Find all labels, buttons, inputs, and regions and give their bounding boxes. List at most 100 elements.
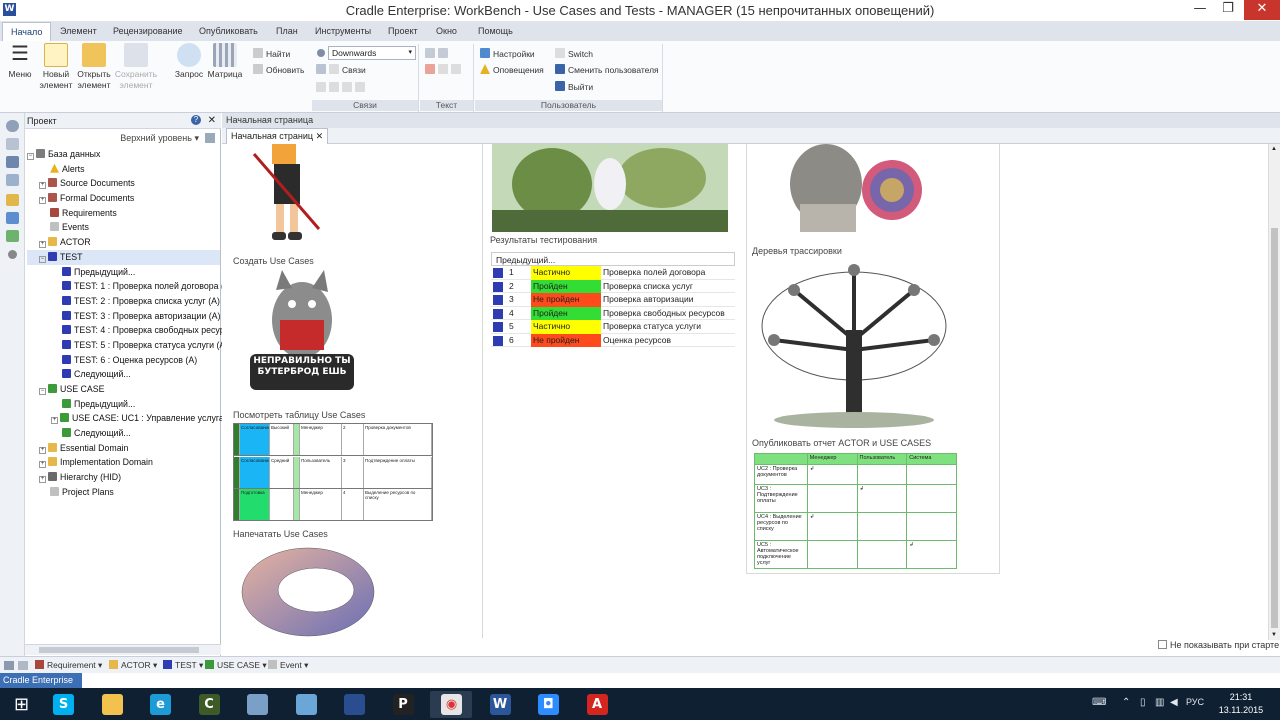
- refresh-icon[interactable]: [205, 133, 215, 143]
- bb-test[interactable]: TEST ▾: [163, 657, 203, 674]
- tree-item[interactable]: − USE CASE: [27, 382, 220, 397]
- expand-icon[interactable]: +: [39, 476, 46, 484]
- expand-icon[interactable]: +: [51, 417, 58, 425]
- result-row[interactable]: 6 Не пройден Оценка ресурсов: [491, 333, 735, 347]
- hierarchy-icon[interactable]: [6, 174, 19, 186]
- scroll-thumb[interactable]: [39, 647, 199, 653]
- menu-home[interactable]: Начало: [2, 22, 52, 41]
- expand-icon[interactable]: +: [39, 197, 46, 205]
- uc-table-row[interactable]: Подготовка Менеджер 4 Выделение ресурсов по…: [234, 489, 432, 521]
- scroll-thumb[interactable]: [1271, 228, 1278, 628]
- tree-item[interactable]: TEST: 1 : Проверка полей договора (A: [27, 279, 230, 294]
- taskbar-word[interactable]: W: [479, 691, 521, 718]
- taskbar-powerpoint[interactable]: P: [382, 691, 424, 718]
- settings-button[interactable]: Настройки: [480, 47, 535, 62]
- tree-item[interactable]: Предыдущий...: [27, 397, 220, 412]
- query-button[interactable]: Запрос: [171, 43, 207, 80]
- matrix-cell[interactable]: [906, 484, 957, 513]
- matrix-row-label[interactable]: UC5 : Автоматическое подключение услуг: [754, 540, 808, 569]
- find-button[interactable]: Найти: [253, 47, 290, 62]
- use-case-table[interactable]: Согласование Высокий Менеджер 2 Проверка док…: [233, 423, 433, 521]
- matrix-cell[interactable]: [856, 512, 908, 541]
- tree-item[interactable]: + ACTOR: [27, 235, 220, 250]
- menu-window[interactable]: Окно: [428, 22, 465, 41]
- taskbar-notes[interactable]: [285, 691, 327, 718]
- direction-select[interactable]: Downwards ▾: [328, 46, 416, 60]
- redo-icon[interactable]: [438, 48, 448, 58]
- matrix-button[interactable]: Матрица: [207, 43, 243, 80]
- menu-button[interactable]: ☰ Меню: [2, 43, 38, 80]
- tree-item[interactable]: Events: [27, 220, 220, 235]
- tree-image[interactable]: [754, 260, 954, 432]
- caption-test-results[interactable]: Результаты тестирования: [490, 235, 597, 245]
- paste-icon[interactable]: [451, 64, 461, 74]
- uc-table-row[interactable]: Согласование Высокий Менеджер 2 Проверка док…: [234, 424, 432, 456]
- refresh-button[interactable]: Обновить: [253, 63, 305, 78]
- bb-event[interactable]: Event ▾: [268, 657, 308, 674]
- bb-use-case[interactable]: USE CASE ▾: [205, 657, 267, 674]
- result-row[interactable]: 2 Пройден Проверка списка услуг: [491, 279, 735, 293]
- tab-close-icon[interactable]: ✕: [316, 131, 324, 141]
- tree-item[interactable]: TEST: 4 : Проверка свободных ресурс: [27, 323, 229, 338]
- cut-icon[interactable]: [425, 64, 435, 74]
- tree-item[interactable]: Следующий...: [27, 426, 220, 441]
- caption-trace-trees[interactable]: Деревья трассировки: [752, 246, 842, 256]
- list-icon[interactable]: [6, 138, 19, 150]
- matrix-row-label[interactable]: UC4 : Выделение ресурсов по списку: [754, 512, 808, 541]
- network-icon[interactable]: ▥: [1155, 697, 1164, 708]
- matrix-cell[interactable]: [806, 540, 858, 569]
- matrix-cell[interactable]: ↲: [906, 540, 957, 569]
- matrix-cell[interactable]: [906, 464, 957, 485]
- tree-item[interactable]: Следующий...: [27, 367, 220, 382]
- expand-icon[interactable]: +: [39, 446, 46, 454]
- collapse-icon[interactable]: −: [39, 255, 46, 263]
- caption-create-use-cases[interactable]: Создать Use Cases: [233, 256, 314, 266]
- options-icon[interactable]: [18, 661, 28, 670]
- level-selector[interactable]: Верхний уровень ▾: [25, 130, 221, 146]
- tree-item[interactable]: Предыдущий...: [27, 265, 220, 280]
- menu-review[interactable]: Рецензирование: [105, 22, 191, 41]
- tray-up-icon[interactable]: ⌃: [1122, 697, 1130, 708]
- matrix-cell[interactable]: [806, 484, 858, 513]
- matrix-cell[interactable]: ↲: [806, 464, 858, 485]
- board-icon[interactable]: [6, 212, 19, 224]
- tree-item[interactable]: + Essential Domain: [27, 441, 220, 456]
- caption-publish-report[interactable]: Опубликовать отчет ACTOR и USE CASES: [752, 438, 931, 448]
- taskbar-ie[interactable]: e: [139, 691, 181, 718]
- clock[interactable]: 21:31 13.11.2015: [1212, 691, 1270, 717]
- actor-use-case-matrix[interactable]: Менеджер Пользователь Система UC2 : Провер…: [754, 453, 957, 569]
- results-previous[interactable]: Предыдущий...: [491, 252, 735, 266]
- alerts-button[interactable]: Оповещения: [480, 63, 544, 78]
- open-element-button[interactable]: Открыть элемент: [76, 43, 112, 91]
- tree-item[interactable]: Project Plans: [27, 485, 220, 500]
- links-button[interactable]: Связи: [316, 63, 366, 78]
- result-row[interactable]: 5 Частично Проверка статуса услуги: [491, 320, 735, 334]
- collapse-icon[interactable]: −: [39, 388, 46, 395]
- tree-item[interactable]: + Source Documents: [27, 176, 220, 191]
- panel-close-icon[interactable]: ✕: [208, 113, 216, 129]
- tree-item[interactable]: + Formal Documents: [27, 191, 220, 206]
- dont-show-on-start[interactable]: Не показывать при старте: [1158, 640, 1279, 650]
- copy-icon[interactable]: [438, 64, 448, 74]
- caption-print-use-cases[interactable]: Напечатать Use Cases: [233, 529, 328, 539]
- taskbar-skype[interactable]: S: [42, 691, 84, 718]
- tree-item[interactable]: TEST: 6 : Оценка ресурсов (A): [27, 353, 220, 368]
- menu-tools[interactable]: Инструменты: [307, 22, 379, 41]
- tree-item[interactable]: TEST: 2 : Проверка списка услуг (A): [27, 294, 220, 309]
- uc-table-row[interactable]: Согласование Средний Пользователь 3 Подтверж…: [234, 456, 432, 489]
- usb-icon[interactable]: ▯: [1140, 697, 1146, 708]
- language-indicator[interactable]: РУС: [1186, 697, 1204, 707]
- undo-icon[interactable]: [425, 48, 435, 58]
- maximize-button[interactable]: ❐: [1214, 0, 1242, 20]
- expand-icon[interactable]: +: [39, 241, 46, 249]
- tree-item[interactable]: + USE CASE: UC1 : Управление услугами: [27, 411, 235, 426]
- save-element-button[interactable]: Сохранить элемент: [114, 43, 158, 91]
- scroll-up-icon[interactable]: ▲: [1271, 146, 1277, 152]
- matrix-cell[interactable]: [856, 464, 908, 485]
- torus-image[interactable]: [238, 546, 378, 640]
- bb-requirement[interactable]: Requirement ▾: [35, 657, 102, 674]
- expand-icon[interactable]: +: [39, 182, 46, 190]
- check-icon[interactable]: [6, 230, 19, 242]
- result-row[interactable]: 3 Не пройден Проверка авторизации: [491, 293, 735, 307]
- change-user-button[interactable]: Сменить пользователя: [555, 63, 659, 78]
